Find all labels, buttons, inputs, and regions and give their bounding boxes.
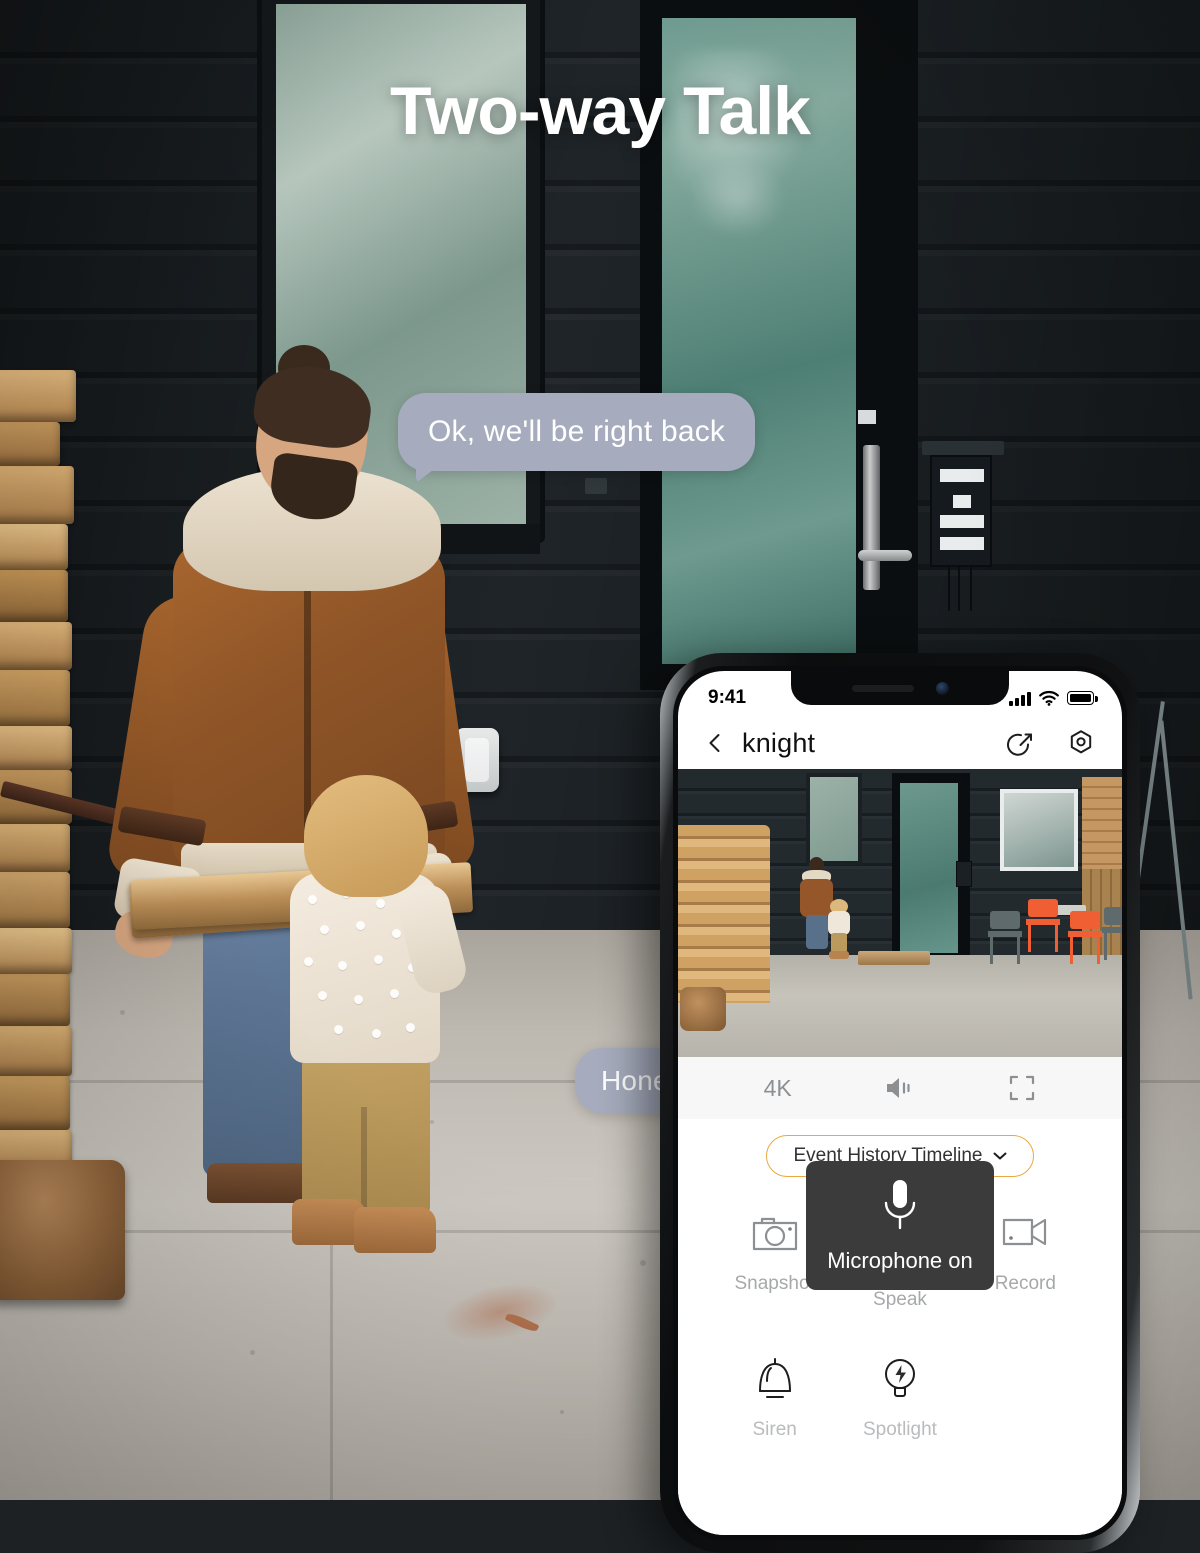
fullscreen-icon[interactable] <box>1008 1074 1036 1102</box>
back-chevron-icon[interactable] <box>704 732 726 754</box>
microphone-status-tooltip: Microphone on <box>806 1161 994 1290</box>
siren-bell-icon <box>712 1351 837 1407</box>
feed-patio-chair <box>1026 899 1060 953</box>
utility-label <box>940 537 984 550</box>
utility-keypad-box <box>922 441 1004 567</box>
video-control-bar: 4K <box>678 1057 1122 1119</box>
status-time: 9:41 <box>708 687 747 708</box>
utility-label <box>953 495 971 508</box>
page-title: knight <box>742 727 816 758</box>
page-headline: Two-way Talk <box>389 73 811 149</box>
app-navigation-bar: knight <box>678 717 1122 769</box>
child-boot <box>354 1207 436 1253</box>
speaker-on-icon[interactable] <box>883 1074 917 1102</box>
chevron-down-icon <box>993 1152 1006 1160</box>
earpiece-speaker-icon <box>851 684 914 692</box>
phone-bezel: 9:41 knight 4K Event History Timeline Mi… <box>673 666 1127 1540</box>
utility-wires <box>942 565 980 611</box>
child-hair <box>304 775 428 897</box>
secondary-action-row: Siren Spotlight <box>678 1317 1122 1535</box>
spotlight-bulb-icon <box>837 1351 962 1407</box>
patio-railing <box>1119 700 1200 1000</box>
door-plate <box>858 410 876 424</box>
video-quality-button[interactable]: 4K <box>764 1075 792 1102</box>
feed-patio-chair <box>988 911 1022 965</box>
share-icon[interactable] <box>1006 728 1036 758</box>
utility-label <box>940 515 984 528</box>
front-camera-icon <box>935 681 949 695</box>
battery-icon <box>1067 691 1098 705</box>
feed-patio-chair <box>1068 911 1102 965</box>
speech-bubble-reply: Ok, we'll be right back <box>398 393 756 483</box>
wall-vent <box>585 478 607 494</box>
speech-bubble-text: Ok, we'll be right back <box>428 415 726 448</box>
feed-person-child <box>826 899 852 961</box>
utility-box-cap <box>922 441 1004 455</box>
cellular-signal-icon <box>1009 691 1031 706</box>
person-child <box>130 775 474 1305</box>
camera-live-feed[interactable] <box>678 769 1122 1057</box>
wifi-icon <box>1039 690 1059 706</box>
door-handle <box>863 445 880 590</box>
status-icons <box>1009 690 1098 706</box>
phone-notch <box>791 671 1009 705</box>
tooltip-label: Microphone on <box>827 1248 973 1273</box>
empty-slot <box>963 1351 1088 1535</box>
microphone-icon <box>884 1180 916 1230</box>
child-pants <box>302 1051 430 1215</box>
door-lever <box>858 550 912 561</box>
utility-label <box>940 469 984 482</box>
spotlight-label: Spotlight <box>862 1419 937 1440</box>
spotlight-button[interactable]: Spotlight <box>837 1351 962 1535</box>
phone-mockup: 9:41 knight 4K Event History Timeline Mi… <box>660 653 1140 1553</box>
speak-label: Speak <box>873 1289 927 1310</box>
siren-button[interactable]: Siren <box>712 1351 837 1535</box>
feed-patio-chair <box>1102 907 1122 961</box>
siren-label: Siren <box>752 1419 797 1440</box>
settings-hexagon-icon[interactable] <box>1066 728 1096 758</box>
phone-screen: 9:41 knight 4K Event History Timeline Mi… <box>678 671 1122 1535</box>
